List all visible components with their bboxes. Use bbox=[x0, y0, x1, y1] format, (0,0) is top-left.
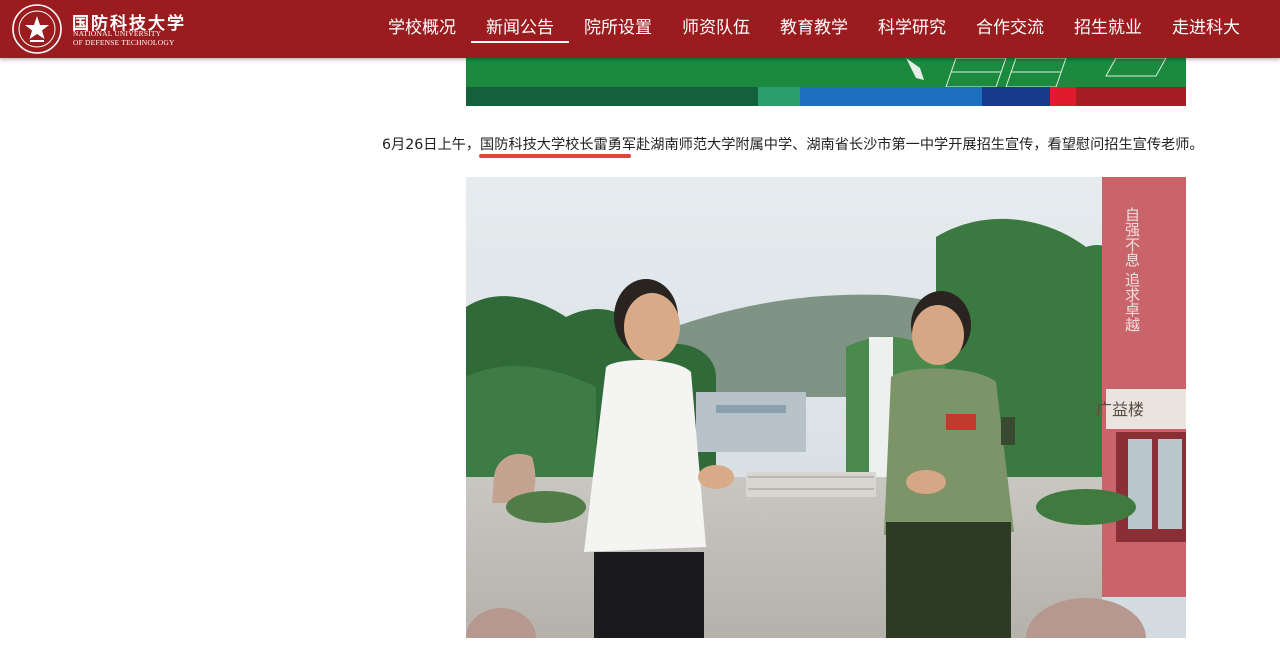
nav-item-education[interactable]: 教育教学 bbox=[765, 0, 863, 58]
logo-english-line1: NATIONAL UNIVERSITY bbox=[73, 29, 162, 38]
university-emblem-icon[interactable] bbox=[11, 3, 63, 55]
caption-body: 赴湖南师范大学附属中学、湖南省长沙市第一中学开展招生宣传，看望慰问招生宣传老师。 bbox=[636, 137, 1204, 153]
nav-item-colleges[interactable]: 院所设置 bbox=[569, 0, 667, 58]
highlight-underline bbox=[479, 154, 631, 158]
svg-text:自强不息 追求卓越: 自强不息 追求卓越 bbox=[1123, 207, 1141, 332]
nav-item-cooperation[interactable]: 合作交流 bbox=[961, 0, 1059, 58]
article-caption: 6月26日上午，国防科技大学校长雷勇军赴湖南师范大学附属中学、湖南省长沙市第一中… bbox=[382, 134, 1204, 156]
logo-english-line2: OF DEFENSE TECHNOLOGY bbox=[73, 38, 175, 47]
nav-item-research[interactable]: 科学研究 bbox=[863, 0, 961, 58]
photo-sign-motto: 自强不息 追求卓越 bbox=[1123, 207, 1141, 332]
main-nav: 学校概况 新闻公告 院所设置 师资队伍 教育教学 科学研究 合作交流 招生就业 … bbox=[373, 0, 1255, 58]
nav-item-visit[interactable]: 走进科大 bbox=[1157, 0, 1255, 58]
site-header: 国防科技大学 NATIONAL UNIVERSITY OF DEFENSE TE… bbox=[0, 0, 1280, 58]
caption-highlight: 国防科技大学校长雷勇军 bbox=[480, 137, 637, 153]
nav-item-faculty[interactable]: 师资队伍 bbox=[667, 0, 765, 58]
nav-item-admissions[interactable]: 招生就业 bbox=[1059, 0, 1157, 58]
photo-building-sign: 广益楼 bbox=[1096, 400, 1144, 419]
nav-item-about[interactable]: 学校概况 bbox=[373, 0, 471, 58]
caption-date: 6月26日上午， bbox=[382, 137, 481, 153]
article-photo: 自强不息 追求卓越 广益楼 bbox=[466, 177, 1186, 638]
article-banner-image bbox=[466, 58, 1186, 106]
nav-item-news[interactable]: 新闻公告 bbox=[471, 0, 569, 58]
